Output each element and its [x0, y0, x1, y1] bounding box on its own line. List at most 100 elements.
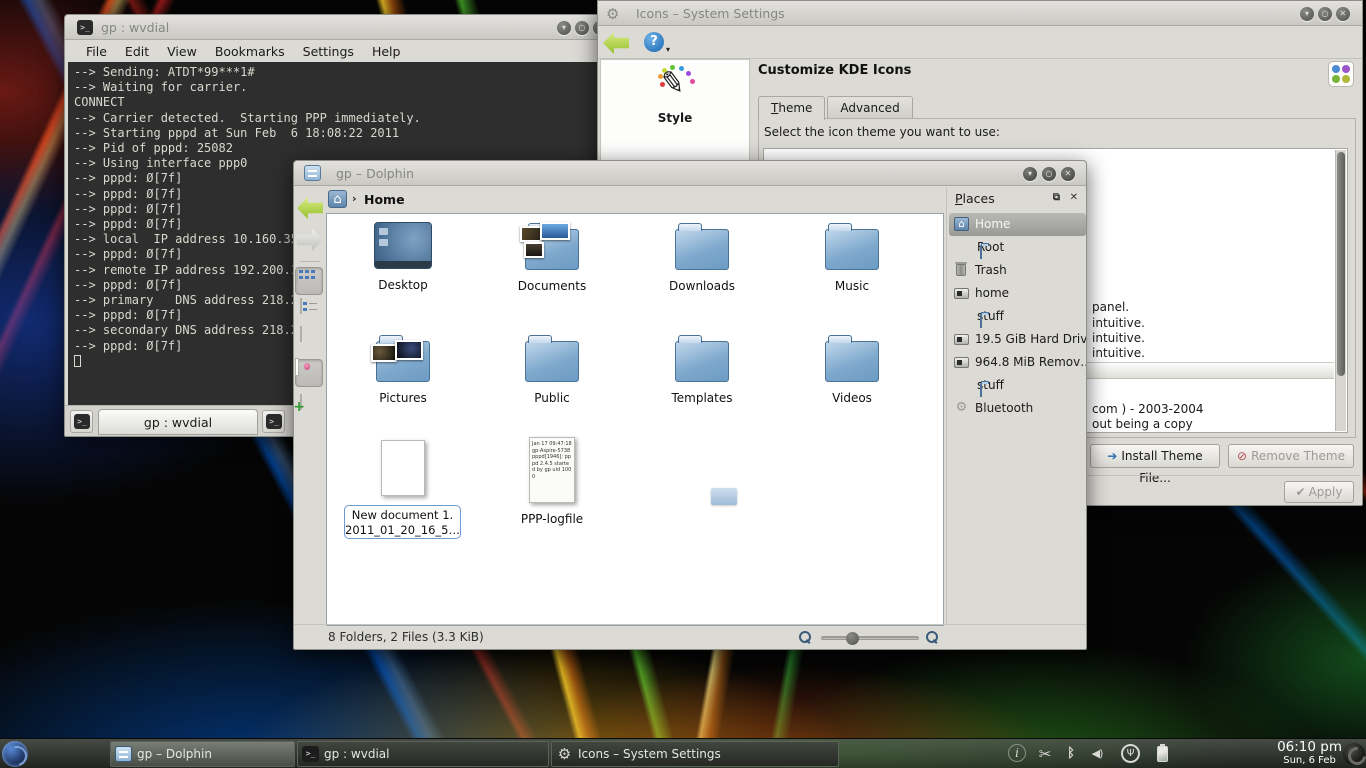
- konsole-title: gp : wvdial: [101, 20, 169, 35]
- back-button[interactable]: [297, 197, 323, 219]
- zoom-slider-handle[interactable]: [846, 632, 859, 645]
- place-stuff-2[interactable]: stuff: [949, 374, 1086, 397]
- place-trash[interactable]: Trash: [949, 259, 1086, 282]
- minimize-button[interactable]: ▾: [1300, 7, 1314, 21]
- folder-item[interactable]: Desktop: [342, 222, 464, 292]
- icons-view-icon: [296, 267, 298, 283]
- zoom-slider[interactable]: [821, 636, 919, 640]
- info-tray-icon[interactable]: i: [1008, 744, 1026, 762]
- close-panel-icon[interactable]: ✕: [1070, 192, 1078, 203]
- place-stuff[interactable]: stuff: [949, 305, 1086, 328]
- preview-button[interactable]: [295, 359, 323, 387]
- tab-theme[interactable]: Theme: [758, 96, 825, 120]
- photo-thumbnail: [371, 344, 397, 362]
- prohibit-icon: ⊘: [1237, 449, 1247, 463]
- remove-theme-button[interactable]: ⊘Remove Theme: [1228, 444, 1354, 468]
- maximize-button[interactable]: ○: [1318, 7, 1332, 21]
- file-item-selected[interactable]: [342, 440, 464, 499]
- preview-icon: [296, 359, 298, 375]
- close-button[interactable]: ✕: [1061, 167, 1075, 181]
- scrollbar-thumb[interactable]: [1337, 152, 1345, 376]
- minimize-button[interactable]: ▾: [1023, 167, 1037, 181]
- menu-help[interactable]: Help: [363, 42, 410, 61]
- place-root[interactable]: Root: [949, 236, 1086, 259]
- new-tab-button[interactable]: >_: [70, 410, 93, 433]
- clock[interactable]: 06:10 pm Sun, 6 Feb: [1277, 740, 1342, 768]
- home-icon: ⌂: [954, 217, 969, 231]
- battery-icon[interactable]: [1157, 746, 1168, 762]
- document-file-icon: [381, 440, 425, 496]
- folder-item[interactable]: Documents: [491, 222, 613, 293]
- zoom-in-icon[interactable]: [926, 631, 939, 644]
- scrollbar[interactable]: [1335, 150, 1346, 431]
- system-settings-titlebar[interactable]: ⚙ Icons – System Settings ▾ ○ ✕: [598, 1, 1362, 26]
- bluetooth-icon[interactable]: ᛒ: [1060, 744, 1082, 764]
- maximize-button[interactable]: ○: [1042, 167, 1056, 181]
- columns-view-button[interactable]: [300, 327, 302, 341]
- place-bluetooth[interactable]: ⚙ Bluetooth: [949, 397, 1086, 420]
- task-konsole[interactable]: >_ gp : wvdial: [297, 741, 549, 767]
- split-view-button[interactable]: [300, 395, 302, 409]
- folder-item[interactable]: Videos: [791, 334, 913, 405]
- icons-view-button[interactable]: [295, 267, 323, 295]
- float-panel-icon[interactable]: ⧉: [1053, 192, 1060, 203]
- menu-file[interactable]: File: [77, 42, 116, 61]
- dolphin-titlebar[interactable]: gp – Dolphin ▾ ○ ✕: [294, 161, 1086, 186]
- sidebar-item-style[interactable]: ✎ Style: [601, 64, 749, 125]
- terminal-icon: >_: [266, 414, 282, 429]
- folder-icon: [525, 341, 579, 382]
- volume-icon[interactable]: ◀): [1086, 744, 1108, 764]
- task-dolphin[interactable]: gp – Dolphin: [110, 741, 295, 767]
- places-title: Places: [955, 191, 995, 206]
- forward-button[interactable]: [297, 229, 323, 251]
- folder-item[interactable]: Public: [491, 334, 613, 405]
- taskbar: gp – Dolphin >_ gp : wvdial ⚙ Icons – Sy…: [0, 738, 1366, 768]
- launcher-button[interactable]: [2, 741, 28, 767]
- place-home[interactable]: ⌂ Home: [949, 213, 1086, 236]
- settings-tabs: Theme Advanced: [758, 96, 915, 119]
- back-button[interactable]: [603, 32, 629, 54]
- dolphin-statusbar: 8 Folders, 2 Files (3.3 KiB): [294, 624, 1086, 649]
- install-theme-button[interactable]: ➔Install Theme File...: [1090, 444, 1220, 468]
- menu-view[interactable]: View: [158, 42, 206, 61]
- folder-icon: [980, 314, 982, 328]
- folder-item[interactable]: Music: [791, 222, 913, 293]
- pictures-folder-icon: [376, 341, 430, 382]
- menu-bookmarks[interactable]: Bookmarks: [206, 42, 294, 61]
- klipper-scissors-icon[interactable]: ✂: [1034, 744, 1056, 764]
- close-button[interactable]: ✕: [1336, 7, 1350, 21]
- place-home-partition[interactable]: home: [949, 282, 1086, 305]
- place-hard-drive[interactable]: 19.5 GiB Hard Drive: [949, 328, 1086, 351]
- file-label: PPP-logfile: [491, 512, 613, 526]
- desktop-folder-icon: [374, 222, 432, 269]
- menu-edit[interactable]: Edit: [116, 42, 158, 61]
- file-item[interactable]: Jan 17 09:47:18 gp-Aspire-5738 pppd[1946…: [491, 437, 613, 526]
- help-button[interactable]: ?: [644, 32, 664, 52]
- minimize-button[interactable]: ▾: [557, 21, 571, 35]
- maximize-button[interactable]: ○: [575, 21, 589, 35]
- task-system-settings[interactable]: ⚙ Icons – System Settings: [551, 741, 839, 767]
- breadcrumb-home[interactable]: Home: [364, 192, 405, 207]
- place-removable[interactable]: 964.8 MiB Remov…: [949, 351, 1086, 374]
- zoom-out-icon[interactable]: [799, 631, 812, 644]
- apply-button[interactable]: ✔Apply: [1284, 481, 1354, 503]
- selected-file-label[interactable]: New document 1. 2011_01_20_16_5…: [344, 505, 461, 539]
- tab-advanced[interactable]: Advanced: [827, 96, 912, 119]
- dolphin-icon: [115, 746, 132, 762]
- konsole-titlebar[interactable]: >_ gp : wvdial ▾ ○ ✕: [65, 15, 599, 40]
- chevron-down-icon[interactable]: ▾: [666, 45, 670, 54]
- folder-item[interactable]: Pictures: [342, 334, 464, 405]
- konsole-tab[interactable]: gp : wvdial: [98, 409, 258, 435]
- folder-item[interactable]: Templates: [641, 334, 763, 405]
- usb-device-icon[interactable]: Ψ: [1121, 744, 1140, 763]
- drive-icon: [954, 357, 969, 368]
- duplicate-tab-button[interactable]: >_: [262, 410, 285, 433]
- terminal-line: CONNECT: [74, 95, 592, 110]
- panel-cashew-icon[interactable]: [1343, 743, 1365, 765]
- folder-item[interactable]: Downloads: [641, 222, 763, 293]
- menu-settings[interactable]: Settings: [294, 42, 363, 61]
- folder-icon: [980, 245, 982, 259]
- folder-view[interactable]: Desktop Documents Downloads Music: [326, 213, 944, 626]
- details-view-button[interactable]: [300, 299, 302, 313]
- home-icon[interactable]: ⌂: [328, 190, 347, 208]
